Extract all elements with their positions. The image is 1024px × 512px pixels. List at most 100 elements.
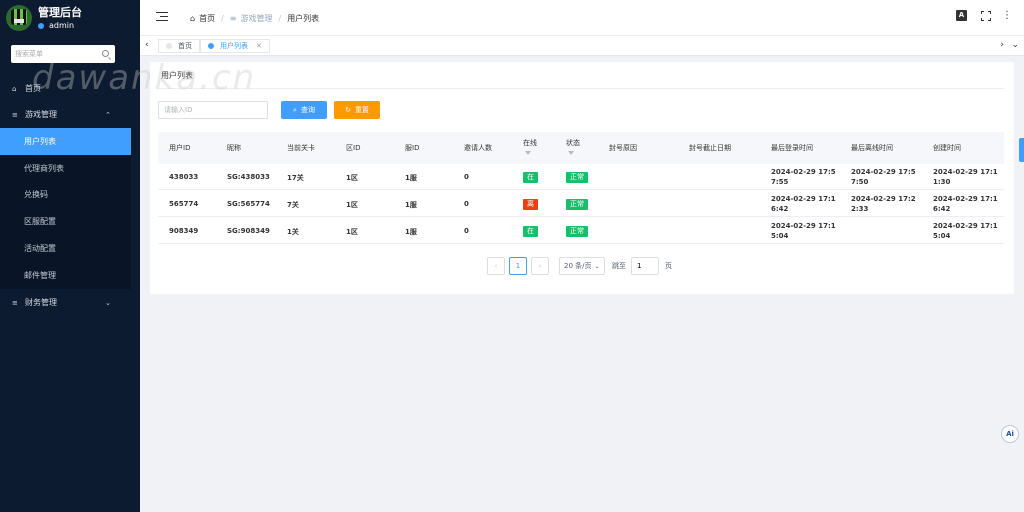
menu-search-input[interactable] <box>15 50 103 58</box>
cell-zone: 1区 <box>346 228 358 236</box>
user-id-input[interactable] <box>158 101 268 119</box>
tab-user-list[interactable]: 用户列表 ✕ <box>200 39 270 53</box>
more-vertical-icon[interactable]: ⋮ <box>1002 10 1012 21</box>
column-header: 服ID <box>405 144 420 152</box>
chevron-down-icon: ⌄ <box>105 298 111 307</box>
cell-invites: 0 <box>464 200 469 208</box>
cell-created: 2024-02-29 17:15:04 <box>933 222 998 240</box>
column-header: 用户ID <box>169 144 191 152</box>
chevron-down-icon: ⌄ <box>594 262 600 270</box>
cell-created: 2024-02-29 17:16:42 <box>933 195 998 213</box>
jump-label: 跳至 <box>612 262 626 270</box>
ai-assistant-button[interactable]: Ai <box>1001 425 1019 443</box>
column-header-status[interactable]: 状态 <box>566 138 580 155</box>
cell-last-login: 2024-02-29 17:16:42 <box>771 195 836 213</box>
logo <box>6 5 32 31</box>
filter-icon[interactable] <box>568 151 574 155</box>
tabs-bar: ‹ 首页 用户列表 ✕ › ⌄ <box>140 36 1024 56</box>
tab-home[interactable]: 首页 <box>158 39 200 53</box>
online-badge: 在 <box>523 172 538 183</box>
column-header: 邀请人数 <box>464 144 492 152</box>
column-header: 昵称 <box>227 144 241 152</box>
cell-created: 2024-02-29 17:11:30 <box>933 168 998 186</box>
breadcrumb-current: 用户列表 <box>287 14 320 23</box>
jump-page-input[interactable] <box>631 257 659 275</box>
online-badge: 离 <box>523 199 538 210</box>
cell-last-login: 2024-02-29 17:57:55 <box>771 168 836 186</box>
column-header: 区ID <box>346 144 361 152</box>
cell-level: 17关 <box>287 174 304 182</box>
chevron-up-icon: ⌃ <box>105 110 111 119</box>
tab-dot-icon <box>208 43 214 49</box>
cell-server: 1服 <box>405 201 417 209</box>
cell-zone: 1区 <box>346 201 358 209</box>
list-icon: ≡ <box>12 298 18 307</box>
home-icon: ⌂ <box>190 14 196 23</box>
column-header: 创建时间 <box>933 144 961 152</box>
table-row: 908349 SG:908349 1关 1区 1服 0 在 正常 2024-02… <box>158 218 1004 244</box>
cell-last-login: 2024-02-29 17:15:04 <box>771 222 836 240</box>
page-number-button[interactable]: 1 <box>509 257 527 275</box>
sidebar-item-agent-list[interactable]: 代理商列表 <box>0 155 131 182</box>
breadcrumb: ⌂ 首页 / ≡ 游戏管理 / 用户列表 <box>190 13 320 24</box>
sidebar-item-game-management[interactable]: ≡ 游戏管理 ⌃ <box>0 101 131 128</box>
cell-nickname: SG:438033 <box>227 173 270 181</box>
brand-title: 管理后台 <box>38 6 82 19</box>
cell-nickname: SG:565774 <box>227 200 270 208</box>
language-icon[interactable]: A <box>956 10 967 21</box>
home-icon: ⌂ <box>12 84 17 93</box>
sidebar-search <box>11 45 115 63</box>
top-header: ⌂ 首页 / ≡ 游戏管理 / 用户列表 A ⋮ <box>140 0 1024 36</box>
brand: 管理后台 admin <box>0 0 140 36</box>
sidebar-item-server-config[interactable]: 区服配置 <box>0 208 131 235</box>
cell-level: 7关 <box>287 201 299 209</box>
table-row: 438033 SG:438033 17关 1区 1服 0 在 正常 2024-0… <box>158 164 1004 190</box>
chevron-left-icon[interactable]: ‹ <box>145 40 149 50</box>
sidebar-item-label: 游戏管理 <box>25 110 57 119</box>
reset-button[interactable]: ↻ 重置 <box>334 101 380 119</box>
sidebar-item-home[interactable]: ⌂ 首页 <box>0 75 131 102</box>
cell-invites: 0 <box>464 227 469 235</box>
page-unit-label: 页 <box>665 262 672 270</box>
chevron-down-icon[interactable]: ⌄ <box>1011 40 1019 50</box>
cell-last-offline: 2024-02-29 17:22:33 <box>851 195 916 213</box>
status-badge: 正常 <box>566 172 588 183</box>
list-icon: ≡ <box>12 110 18 119</box>
sidebar-item-label: 财务管理 <box>25 298 57 307</box>
sidebar-item-activity-config[interactable]: 活动配置 <box>0 235 131 262</box>
page-title: 用户列表 <box>161 71 193 80</box>
prev-page-button[interactable]: ‹ <box>487 257 505 275</box>
tab-dot-icon <box>166 43 172 49</box>
search-icon[interactable] <box>102 50 109 57</box>
online-badge: 在 <box>523 226 538 237</box>
sidebar-item-finance-management[interactable]: ≡ 财务管理 ⌄ <box>0 289 131 316</box>
status-badge: 正常 <box>566 199 588 210</box>
search-button[interactable]: ⌕ 查询 <box>281 101 327 119</box>
breadcrumb-item[interactable]: 首页 <box>199 13 215 24</box>
table-row: 565774 SG:565774 7关 1区 1服 0 离 正常 2024-02… <box>158 191 1004 217</box>
cell-zone: 1区 <box>346 174 358 182</box>
page-size-select[interactable]: 20 条/页 ⌄ <box>559 257 605 275</box>
column-header: 封号原因 <box>609 144 637 152</box>
collapse-menu-icon[interactable] <box>156 12 168 22</box>
chevron-right-icon[interactable]: › <box>1000 40 1004 50</box>
cell-server: 1服 <box>405 228 417 236</box>
cell-invites: 0 <box>464 173 469 181</box>
side-drawer-handle[interactable] <box>1019 138 1024 162</box>
sidebar-item-user-list[interactable]: 用户列表 <box>0 128 131 155</box>
fullscreen-icon[interactable] <box>981 10 991 21</box>
column-header-online[interactable]: 在线 <box>523 138 537 155</box>
cell-uid: 565774 <box>169 200 199 208</box>
filter-icon[interactable] <box>525 151 531 155</box>
next-page-button[interactable]: › <box>531 257 549 275</box>
cell-uid: 908349 <box>169 227 199 235</box>
list-icon: ≡ <box>229 14 237 23</box>
cell-last-offline: 2024-02-29 17:57:50 <box>851 168 916 186</box>
pagination: ‹ 1 › 20 条/页 ⌄ 跳至 页 <box>487 257 672 275</box>
sidebar-item-redeem-code[interactable]: 兑换码 <box>0 181 131 208</box>
column-header: 当前关卡 <box>287 144 315 152</box>
refresh-icon: ↻ <box>345 106 351 114</box>
sidebar-item-mail-management[interactable]: 邮件管理 <box>0 262 131 289</box>
close-icon[interactable]: ✕ <box>256 42 262 50</box>
status-badge: 正常 <box>566 226 588 237</box>
